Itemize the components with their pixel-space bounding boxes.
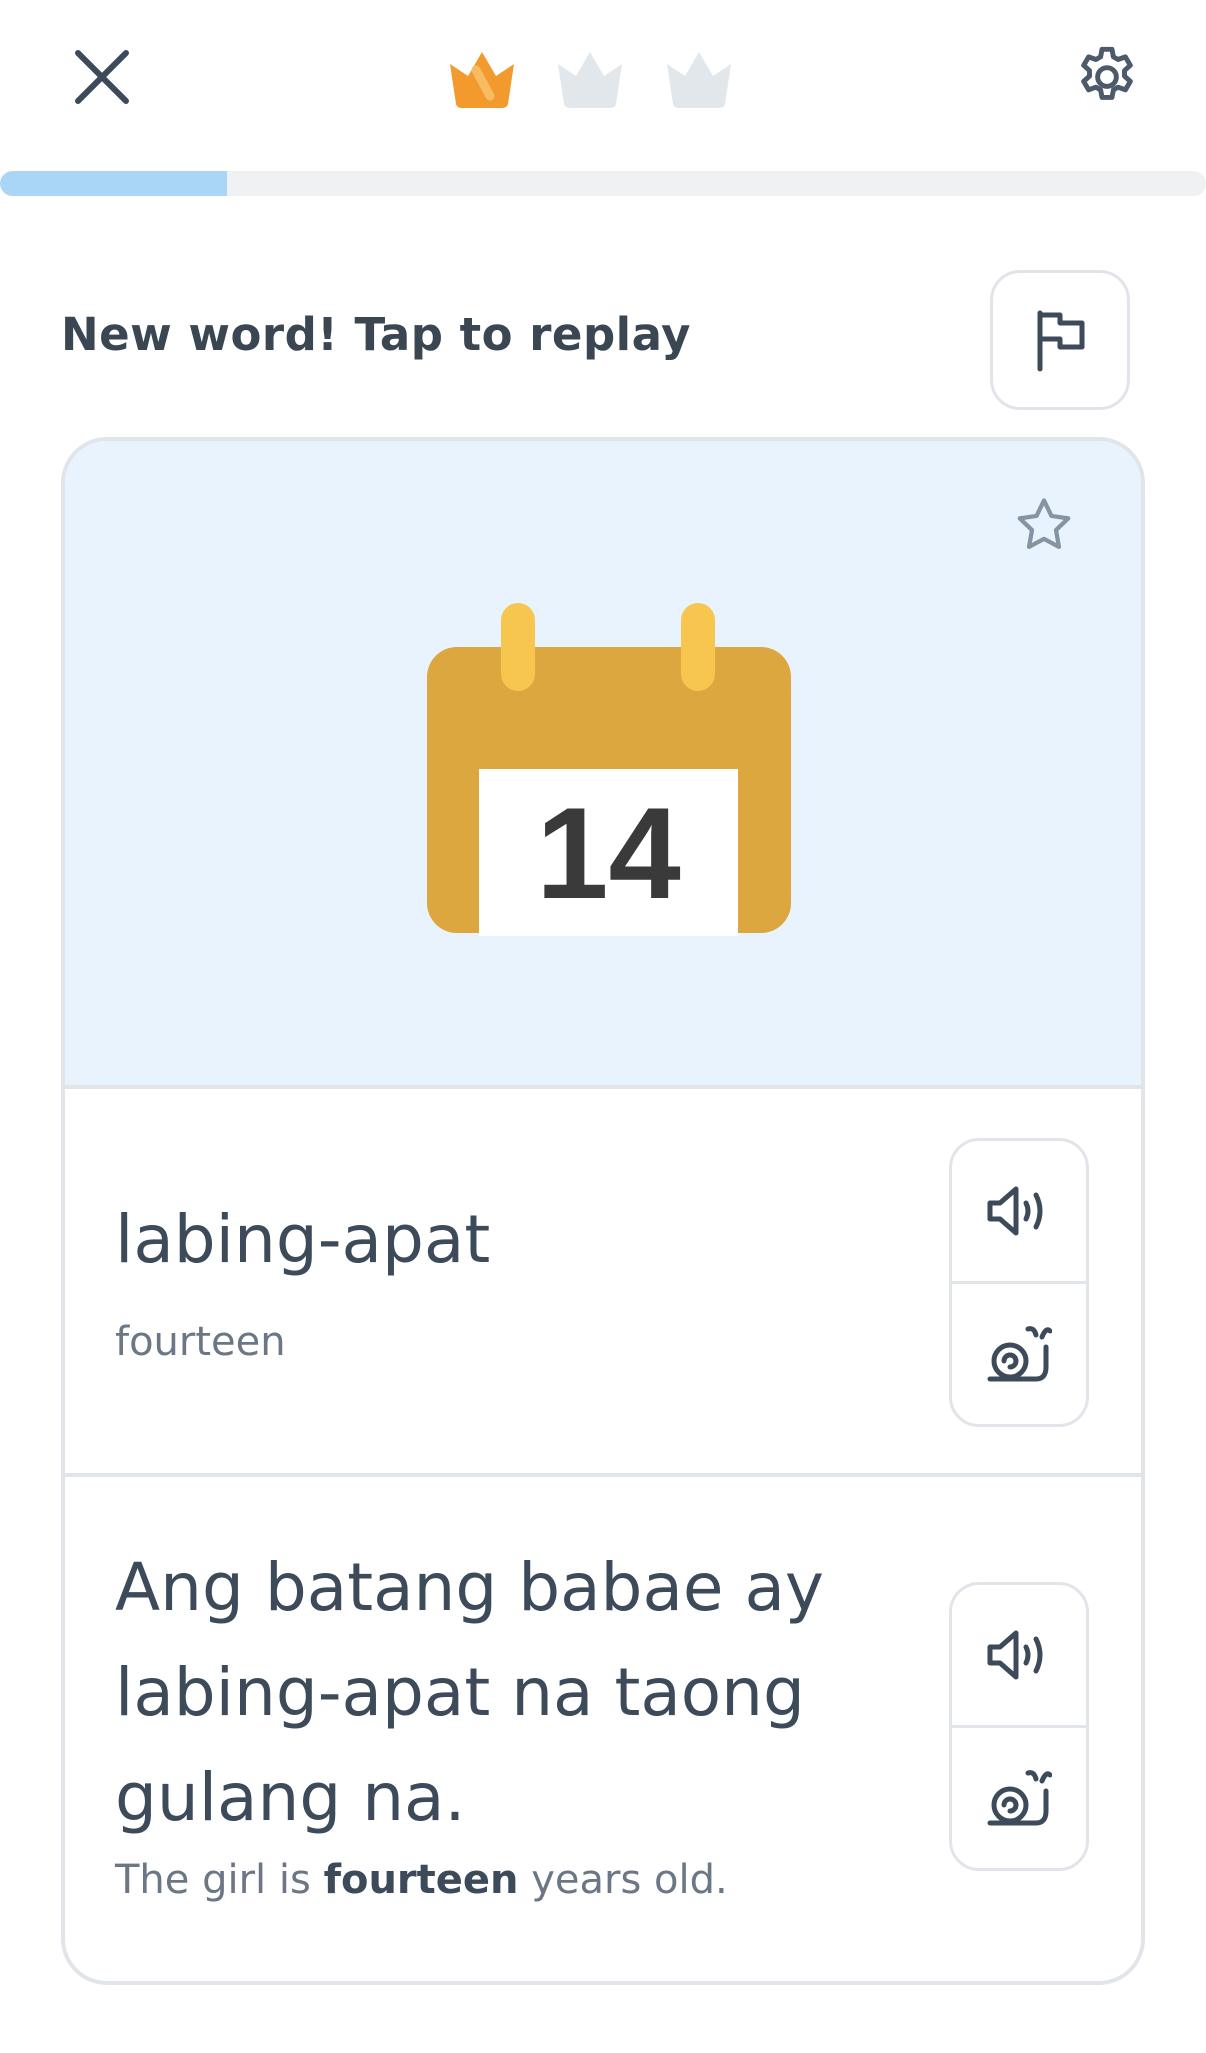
play-audio-button[interactable] <box>952 1141 1086 1281</box>
word-illustration-panel[interactable]: 14 <box>65 441 1141 1089</box>
settings-button[interactable] <box>1072 42 1142 112</box>
report-button[interactable] <box>990 270 1130 410</box>
calendar-number: 14 <box>536 779 681 926</box>
word-row: labing-apat fourteen <box>65 1089 1141 1477</box>
favorite-button[interactable] <box>1012 493 1076 557</box>
snail-icon <box>987 1326 1052 1382</box>
speaker-icon <box>987 1630 1043 1680</box>
snail-icon <box>987 1770 1052 1826</box>
progress-fill <box>0 171 227 196</box>
crown-icon-earned <box>450 52 514 108</box>
example-sentence[interactable]: Ang batang babae ay labing-apat na taong… <box>115 1535 835 1850</box>
calendar-ring <box>501 603 535 691</box>
word-translation: fourteen <box>115 1319 286 1365</box>
vocabulary-card: 14 labing-apat fourteen Ang batang babae… <box>61 437 1145 1985</box>
translation-highlight: fourteen <box>323 1857 519 1903</box>
translation-part: years old. <box>518 1857 728 1903</box>
calendar-body: 14 <box>427 647 791 936</box>
star-icon <box>1017 498 1071 549</box>
crown-icon-empty <box>667 52 731 108</box>
sentence-audio-controls <box>949 1582 1089 1871</box>
crown-progress <box>446 48 746 110</box>
calendar-ring <box>681 603 715 691</box>
sentence-translation: The girl is fourteen years old. <box>115 1857 728 1903</box>
play-slow-audio-button[interactable] <box>952 1725 1086 1868</box>
play-slow-audio-button[interactable] <box>952 1281 1086 1424</box>
crown-icon-empty <box>558 52 622 108</box>
play-audio-button[interactable] <box>952 1585 1086 1725</box>
lesson-progress-bar <box>0 171 1206 196</box>
translation-part: The girl is <box>115 1857 324 1903</box>
calendar-page: 14 <box>479 769 738 936</box>
word-audio-controls <box>949 1138 1089 1427</box>
gear-icon <box>1081 46 1133 100</box>
close-icon <box>75 50 129 104</box>
sentence-row: Ang batang babae ay labing-apat na taong… <box>65 1477 1141 1981</box>
flag-icon <box>1037 310 1085 372</box>
target-word[interactable]: labing-apat <box>115 1201 490 1278</box>
speaker-icon <box>987 1186 1043 1236</box>
instruction-text: New word! Tap to replay <box>61 308 691 361</box>
calendar-illustration: 14 <box>427 603 791 936</box>
close-button[interactable] <box>70 45 134 109</box>
